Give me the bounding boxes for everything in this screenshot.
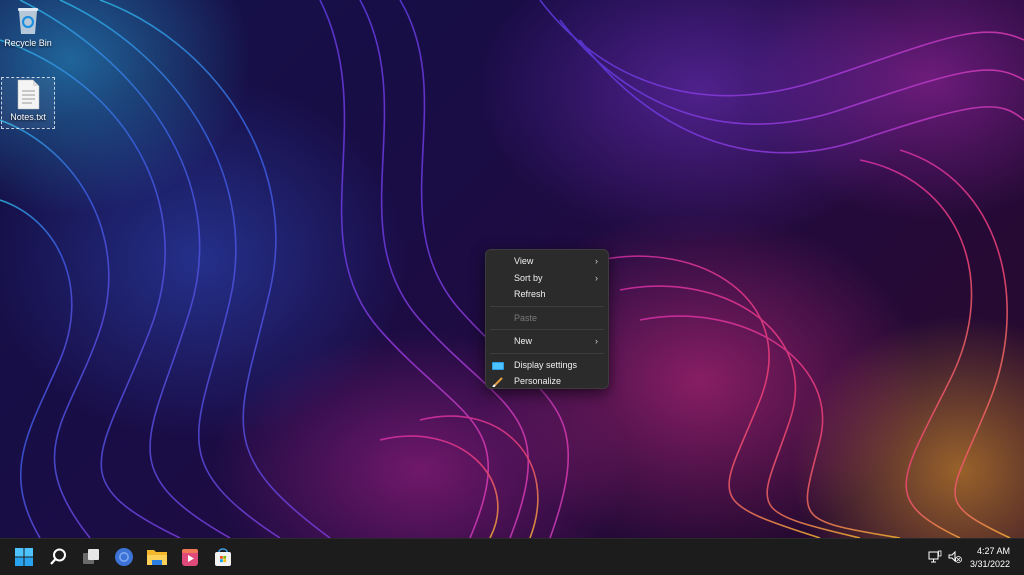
- paintbrush-icon: [492, 376, 504, 388]
- display-icon: [492, 360, 504, 370]
- chevron-right-icon: ›: [595, 272, 598, 283]
- menu-item-new[interactable]: New ›: [486, 333, 608, 350]
- taskbar-media-player[interactable]: [178, 545, 202, 569]
- menu-item-refresh[interactable]: Refresh: [486, 286, 608, 303]
- taskbar-store[interactable]: [211, 545, 235, 569]
- clock-time: 4:27 AM: [976, 546, 1010, 556]
- taskbar: 4:27 AM 3/31/2022: [0, 538, 1024, 575]
- desktop-icon-label: Recycle Bin: [4, 38, 52, 48]
- media-player-icon: [182, 549, 198, 566]
- menu-item-label: Paste: [514, 312, 538, 323]
- task-view-button[interactable]: [79, 545, 103, 569]
- folder-icon: [147, 550, 167, 565]
- menu-item-label: View: [514, 256, 534, 266]
- menu-item-label: Refresh: [514, 289, 546, 299]
- menu-separator: [490, 329, 604, 330]
- menu-item-view[interactable]: View ›: [486, 253, 608, 270]
- desktop-icon-recycle-bin[interactable]: Recycle Bin: [2, 4, 54, 48]
- chevron-right-icon: ›: [595, 256, 598, 266]
- windows-start-icon: [15, 548, 33, 566]
- menu-item-label: New: [514, 336, 533, 346]
- menu-item-display-settings[interactable]: Display settings: [486, 357, 608, 374]
- task-view-icon: [83, 549, 99, 564]
- store-icon: [215, 548, 231, 566]
- desktop[interactable]: Recycle Bin Notes.txt View › Sort by › R…: [0, 0, 1024, 538]
- volume-muted-icon: [948, 550, 962, 563]
- menu-separator: [490, 305, 604, 307]
- taskbar-browser[interactable]: [112, 545, 136, 569]
- chevron-right-icon: ›: [595, 336, 598, 346]
- menu-item-label: Sort by: [514, 272, 543, 283]
- menu-item-label: Display settings: [514, 359, 578, 370]
- volume-button[interactable]: [948, 550, 962, 564]
- menu-item-label: Personalize: [514, 376, 562, 386]
- desktop-icon-label: Notes.txt: [10, 112, 46, 122]
- start-button[interactable]: [12, 545, 36, 569]
- clock-date: 3/31/2022: [969, 559, 1010, 569]
- network-button[interactable]: [928, 550, 942, 564]
- menu-separator: [490, 352, 604, 354]
- menu-item-personalize[interactable]: Personalize: [486, 373, 608, 390]
- chromium-browser-icon: [115, 548, 133, 566]
- menu-item-sort-by[interactable]: Sort by ›: [486, 270, 608, 287]
- clock[interactable]: 4:27 AM 3/31/2022: [970, 545, 1010, 571]
- text-file-icon: [13, 78, 43, 110]
- desktop-context-menu: View › Sort by › Refresh Paste New › Dis…: [485, 249, 609, 389]
- search-icon: [50, 548, 66, 565]
- menu-item-paste: Paste: [486, 310, 608, 327]
- network-icon: [928, 550, 942, 563]
- recycle-bin-icon: [13, 4, 43, 36]
- taskbar-file-explorer[interactable]: [145, 545, 169, 569]
- desktop-icon-notes-txt[interactable]: Notes.txt: [1, 77, 55, 129]
- search-button[interactable]: [46, 545, 70, 569]
